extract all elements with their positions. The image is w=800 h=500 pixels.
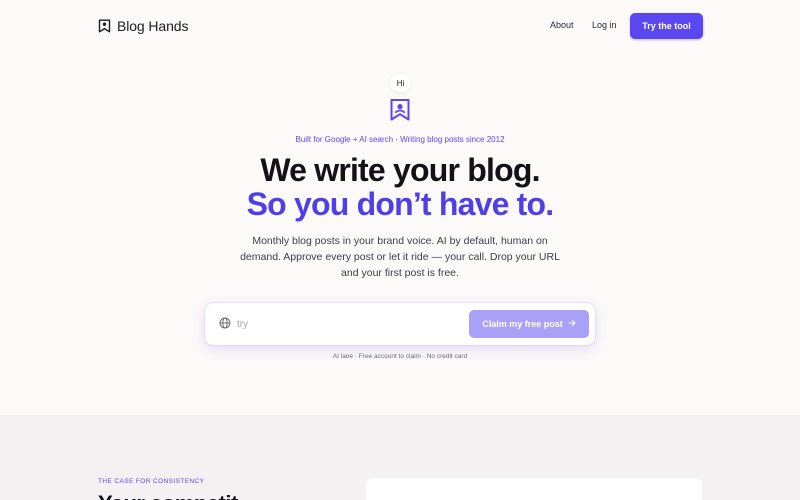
hero-headline: We write your blog. So you don’t have to… [0, 153, 800, 221]
claim-free-post-button[interactable]: Claim my free post [469, 310, 589, 338]
greeting-bubble: Hi [390, 74, 411, 92]
section-heading: Your competit [98, 491, 238, 500]
hero-subtext: Monthly blog posts in your brand voice. … [240, 235, 560, 279]
section-eyebrow: THE CASE FOR CONSISTENCY [98, 478, 205, 485]
nav-link-login[interactable]: Log in [592, 20, 617, 30]
try-tool-button[interactable]: Try the tool [630, 13, 703, 39]
hero-eyebrow: Built for Google + AI search · Writing b… [295, 135, 505, 144]
headline-line-1: We write your blog. [260, 152, 540, 188]
bookmark-user-icon [98, 19, 111, 33]
nav-link-about[interactable]: About [550, 20, 574, 30]
headline-line-2: So you don’t have to. [246, 186, 555, 222]
url-input[interactable] [237, 314, 457, 334]
brand-name: Blog Hands [117, 18, 189, 34]
arrow-right-icon [568, 319, 576, 329]
form-fineprint: AI lane · Free account to claim · No cre… [332, 353, 468, 360]
top-nav: Blog Hands About Log in Try the tool [0, 0, 800, 52]
bookmark-user-icon [389, 98, 411, 122]
globe-icon [219, 317, 231, 329]
consistency-section: THE CASE FOR CONSISTENCY Your competit [0, 415, 800, 500]
url-form: Claim my free post [205, 303, 595, 345]
claim-button-label: Claim my free post [482, 319, 563, 329]
brand-logo[interactable]: Blog Hands [98, 16, 188, 36]
section-card [366, 478, 702, 500]
